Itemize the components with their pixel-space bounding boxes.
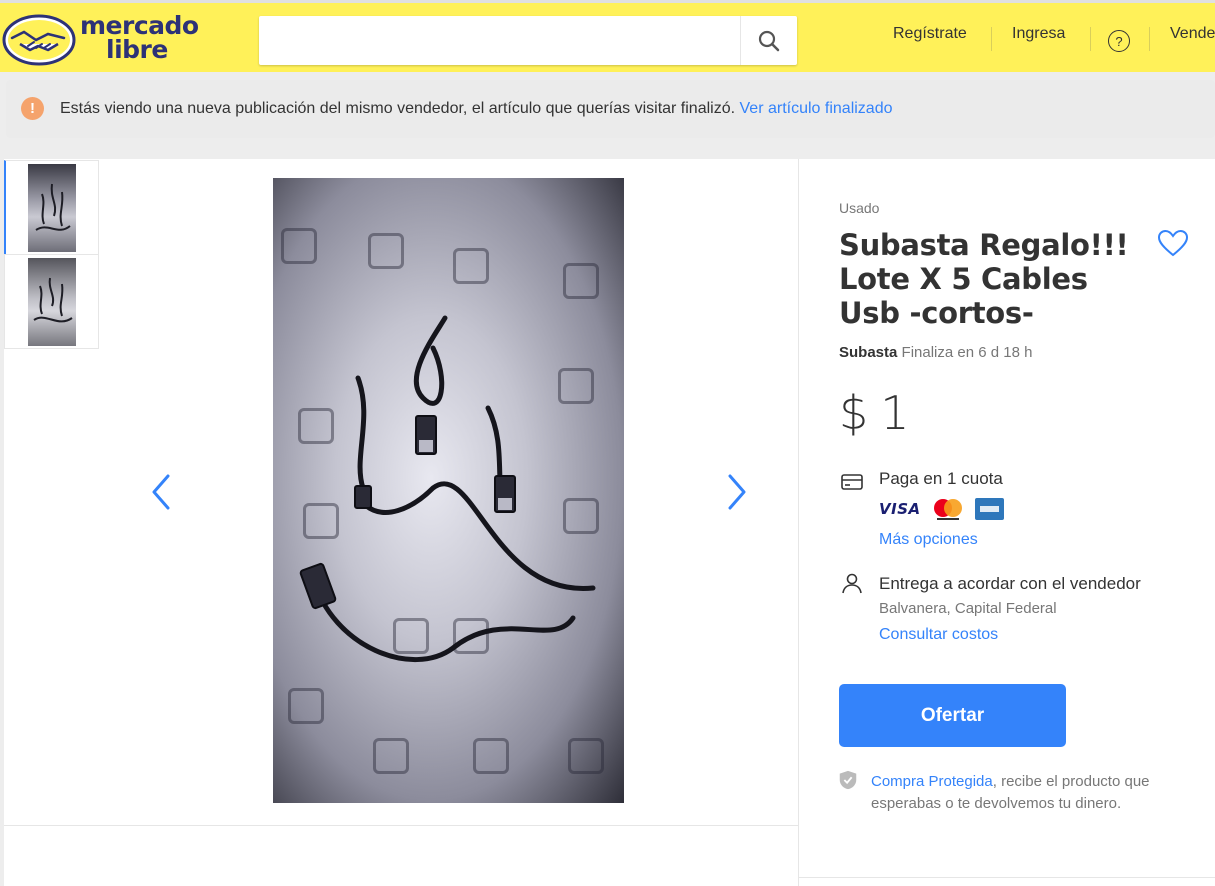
cables-photo-thumbnail [27, 257, 76, 346]
sell-link[interactable]: Vende [1170, 25, 1215, 43]
gallery-thumbnail[interactable] [4, 254, 99, 349]
auction-status: Finaliza en 6 d 18 h [901, 344, 1033, 361]
search-icon [758, 30, 780, 51]
exclamation-icon: ! [21, 97, 44, 120]
usb-cables-photo [299, 315, 596, 663]
chevron-left-icon[interactable] [146, 472, 176, 512]
help-icon[interactable]: ? [1108, 30, 1130, 52]
product-main-image[interactable] [273, 178, 624, 803]
condition-label: Usado [839, 200, 880, 216]
product-title: Subasta Regalo!!! Lote X 5 Cables Usb -c… [839, 228, 1129, 330]
finished-item-link[interactable]: Ver artículo finalizado [740, 100, 893, 117]
mercado-libre-logo[interactable]: mercado libre [2, 13, 202, 66]
payment-brands: VISA [879, 496, 1004, 522]
logo-line-2: libre [106, 35, 168, 64]
cables-photo-thumbnail [28, 163, 76, 252]
more-payment-options-link[interactable]: Más opciones [879, 531, 978, 549]
shield-check-icon [839, 770, 857, 790]
section-divider [799, 877, 1215, 878]
chevron-right-icon[interactable] [722, 472, 752, 512]
search-button[interactable] [740, 16, 797, 65]
login-link[interactable]: Ingresa [1012, 25, 1065, 43]
search-box [259, 16, 797, 65]
bid-button[interactable]: Ofertar [839, 684, 1066, 747]
notice-text: Estás viendo una nueva publicación del m… [60, 100, 736, 117]
delivery-text: Entrega a acordar con el vendedor [879, 574, 1141, 593]
currency-symbol: $ [839, 386, 869, 440]
visa-logo: VISA [879, 500, 921, 518]
protected-purchase: Compra Protegida, recibe el producto que… [871, 771, 1171, 815]
notice-banner: ! Estás viendo una nueva publicación del… [6, 80, 1215, 138]
logo-wordmark: mercado libre [80, 13, 199, 64]
handshake-icon [2, 14, 76, 66]
nav-divider [1090, 27, 1091, 51]
auction-info: Subasta Finaliza en 6 d 18 h [839, 344, 1032, 361]
payment-text: Paga en 1 cuota [879, 469, 1003, 488]
mastercard-logo [933, 499, 962, 520]
header-bar: mercado libre Regístrate Ingresa ? Vende [0, 0, 1215, 72]
seller-location: Balvanera, Capital Federal [879, 600, 1057, 617]
shipping-costs-link[interactable]: Consultar costos [879, 626, 998, 644]
section-divider [4, 825, 798, 826]
person-icon [842, 573, 862, 594]
column-divider [798, 159, 799, 886]
auction-label: Subasta [839, 344, 898, 361]
heart-icon[interactable] [1157, 229, 1189, 257]
nav-divider [991, 27, 992, 51]
gallery-thumbnail[interactable] [4, 160, 99, 255]
american-express-logo [974, 498, 1004, 520]
register-link[interactable]: Regístrate [893, 25, 967, 43]
protected-purchase-link[interactable]: Compra Protegida [871, 773, 993, 790]
help-label: ? [1115, 33, 1123, 49]
credit-card-icon [841, 474, 863, 490]
nav-divider [1149, 27, 1150, 51]
price-value: 1 [880, 386, 910, 440]
price: $1 [839, 386, 910, 440]
search-input[interactable] [259, 16, 739, 65]
notice-message: Estás viendo una nueva publicación del m… [60, 100, 893, 118]
